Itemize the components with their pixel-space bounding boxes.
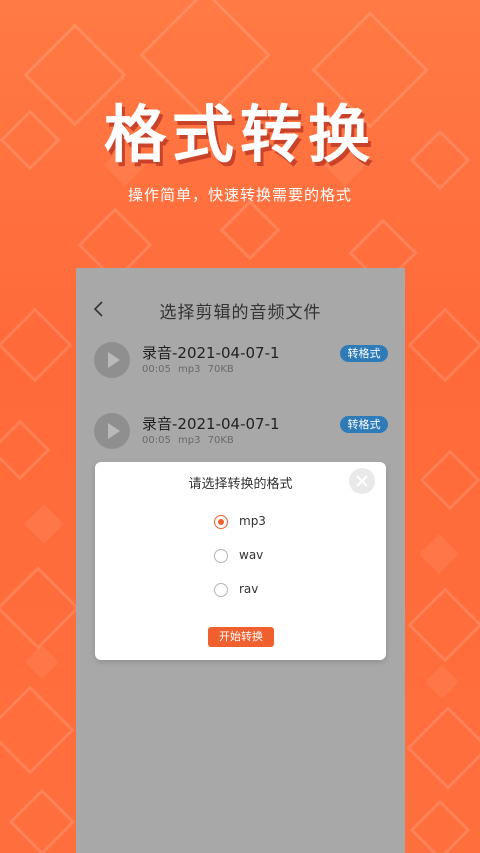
- convert-format-button[interactable]: 转格式: [340, 345, 388, 362]
- file-name: 录音-2021-04-07-1: [142, 415, 280, 433]
- option-label: rav: [239, 582, 259, 596]
- radio-unchecked-icon[interactable]: [214, 583, 228, 597]
- play-icon[interactable]: [94, 342, 130, 378]
- radio-unchecked-icon[interactable]: [214, 549, 228, 563]
- start-convert-button[interactable]: 开始转换: [208, 627, 274, 647]
- screen-title: 选择剪辑的音频文件: [159, 303, 322, 323]
- file-name: 录音-2021-04-07-1: [142, 344, 280, 362]
- close-icon[interactable]: [349, 468, 375, 494]
- file-meta: 00:05 mp3 70KB: [142, 364, 234, 375]
- list-item[interactable]: 录音-2021-04-07-1 00:05 mp3 70KB 转格式: [76, 342, 405, 402]
- screen-header: 选择剪辑的音频文件: [76, 268, 405, 348]
- file-meta: 00:05 mp3 70KB: [142, 435, 234, 446]
- radio-checked-icon[interactable]: [214, 515, 228, 529]
- hero-subtitle: 操作简单，快速转换需要的格式: [127, 186, 352, 204]
- option-label: wav: [239, 548, 264, 562]
- play-icon[interactable]: [94, 413, 130, 449]
- format-dialog: 请选择转换的格式 mp3 wav rav 开始转换: [95, 462, 386, 660]
- convert-format-button[interactable]: 转格式: [340, 416, 388, 433]
- hero-title: 格式转换: [103, 98, 376, 171]
- option-label: mp3: [239, 514, 266, 528]
- dialog-title: 请选择转换的格式: [188, 477, 293, 492]
